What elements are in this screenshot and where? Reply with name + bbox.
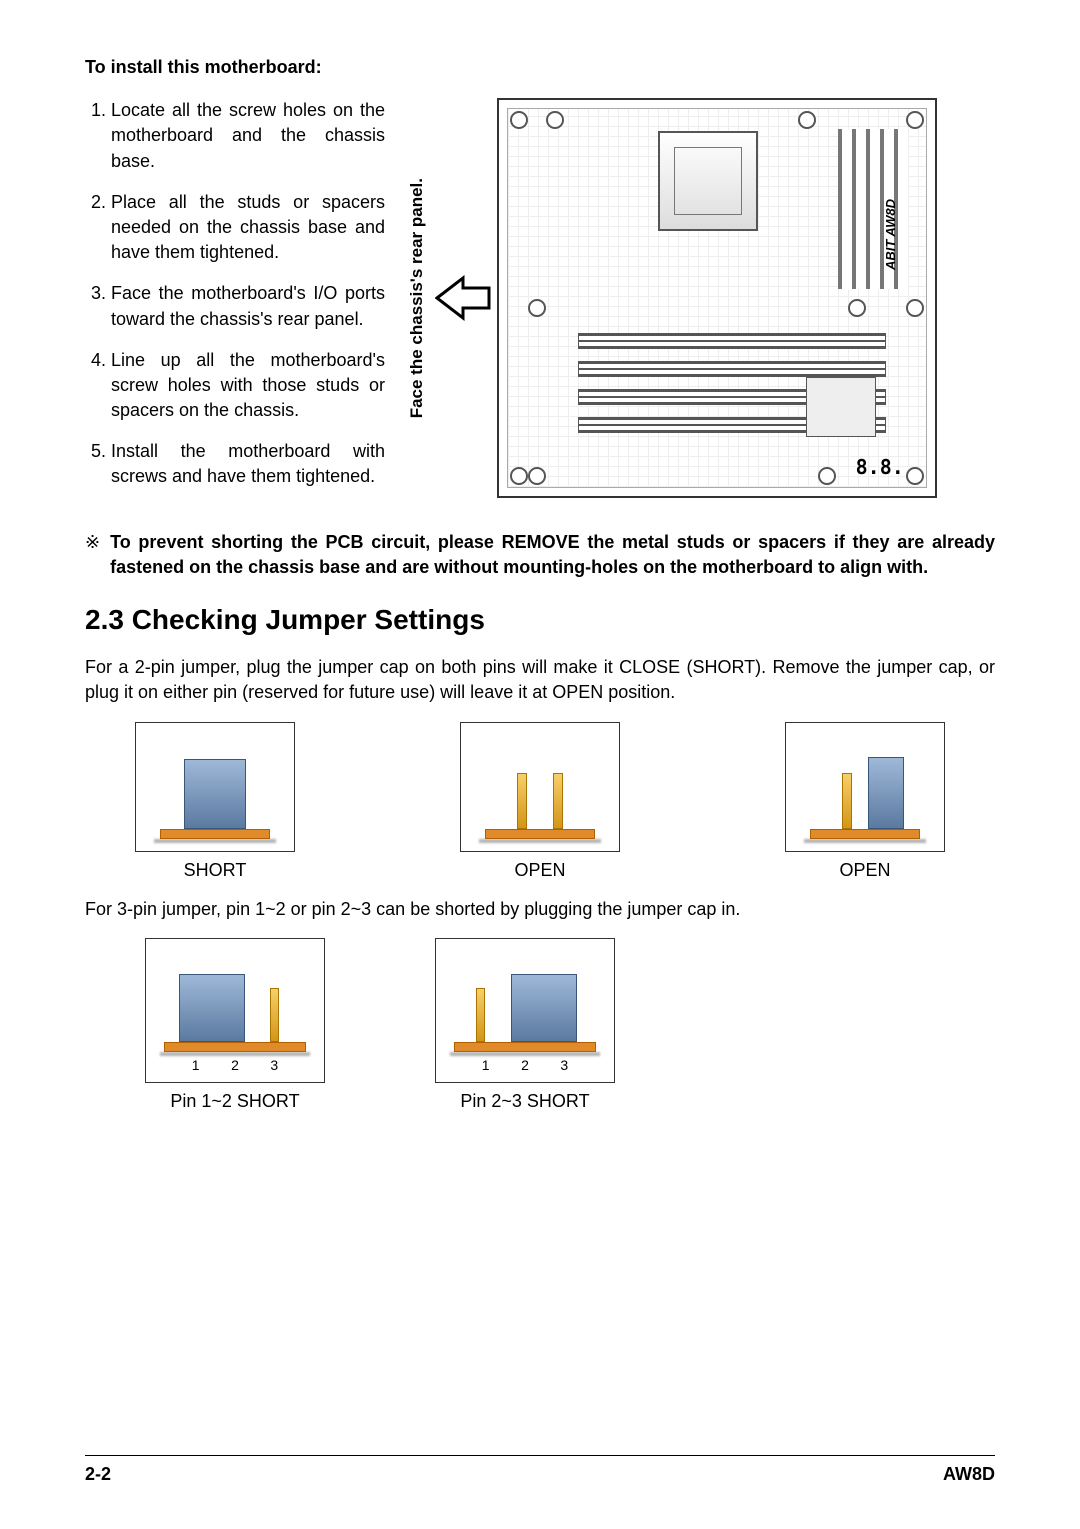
page-number: 2-2 — [85, 1462, 111, 1487]
step-4: Line up all the motherboard's screw hole… — [111, 348, 385, 424]
post-code-display: 8.8. — [856, 453, 904, 481]
step-3: Face the motherboard's I/O ports toward … — [111, 281, 385, 331]
jumper-open-cell-1: OPEN — [460, 722, 620, 883]
screw-hole-icon — [798, 111, 816, 129]
rear-panel-vertical-label: Face the chassis's rear panel. — [405, 178, 429, 418]
step-5: Install the motherboard with screws and … — [111, 439, 385, 489]
note-symbol-icon: ※ — [85, 530, 100, 580]
jumper-cap-icon — [511, 974, 577, 1042]
jumper-pin12-cell: 1 2 3 Pin 1~2 SHORT — [145, 938, 325, 1114]
jumper-pin-icon — [476, 988, 485, 1042]
screw-hole-icon — [818, 467, 836, 485]
screw-hole-icon — [906, 299, 924, 317]
diagram-column: Face the chassis's rear panel. — [405, 98, 995, 498]
jumper-pin23-diagram: 1 2 3 — [435, 938, 615, 1083]
expansion-slot-icon — [578, 333, 886, 349]
motherboard-diagram: 8.8. ABIT AW8D — [497, 98, 937, 498]
jumper-2pin-row: SHORT OPEN OPEN — [85, 722, 995, 883]
jumper-3pin-row: 1 2 3 Pin 1~2 SHORT 1 2 3 Pin 2~3 SHORT — [85, 938, 995, 1114]
top-row: Locate all the screw holes on the mother… — [85, 98, 995, 505]
paragraph-2pin: For a 2-pin jumper, plug the jumper cap … — [85, 655, 995, 705]
step-1: Locate all the screw holes on the mother… — [111, 98, 385, 174]
footer-model: AW8D — [943, 1462, 995, 1487]
jumper-cap-icon — [184, 759, 246, 829]
southbridge-icon — [806, 377, 876, 437]
jumper-open-diagram — [460, 722, 620, 852]
screw-hole-icon — [848, 299, 866, 317]
screw-hole-icon — [528, 467, 546, 485]
pin-number: 1 — [482, 1056, 490, 1076]
page-footer: 2-2 AW8D — [85, 1455, 995, 1487]
screw-hole-icon — [906, 467, 924, 485]
jumper-open-cell-2: OPEN — [785, 722, 945, 883]
screw-hole-icon — [906, 111, 924, 129]
expansion-slot-icon — [578, 361, 886, 377]
pin-number: 1 — [192, 1056, 200, 1076]
section-heading: 2.3 Checking Jumper Settings — [85, 600, 995, 639]
pin-number: 3 — [560, 1056, 568, 1076]
jumper-open-label: OPEN — [460, 858, 620, 883]
steps-column: Locate all the screw holes on the mother… — [85, 98, 385, 505]
jumper-pin12-label: Pin 1~2 SHORT — [145, 1089, 325, 1114]
jumper-pin23-label: Pin 2~3 SHORT — [435, 1089, 615, 1114]
pin-number: 2 — [521, 1056, 529, 1076]
jumper-cap-icon — [868, 757, 904, 829]
paragraph-3pin: For 3-pin jumper, pin 1~2 or pin 2~3 can… — [85, 897, 995, 922]
jumper-pin-icon — [553, 773, 563, 829]
jumper-short-label: SHORT — [135, 858, 295, 883]
jumper-pin-icon — [270, 988, 279, 1042]
step-2: Place all the studs or spacers needed on… — [111, 190, 385, 266]
jumper-pin-icon — [517, 773, 527, 829]
note-text: To prevent shorting the PCB circuit, ple… — [110, 530, 995, 580]
pin-number: 3 — [270, 1056, 278, 1076]
screw-hole-icon — [546, 111, 564, 129]
warning-note: ※ To prevent shorting the PCB circuit, p… — [85, 530, 995, 580]
jumper-pin-icon — [842, 773, 852, 829]
screw-hole-icon — [528, 299, 546, 317]
arrow-left-icon — [435, 270, 491, 326]
cpu-socket-icon — [658, 131, 758, 231]
install-steps-list: Locate all the screw holes on the mother… — [85, 98, 385, 489]
jumper-cap-icon — [179, 974, 245, 1042]
jumper-pin12-diagram: 1 2 3 — [145, 938, 325, 1083]
screw-hole-icon — [510, 111, 528, 129]
pin-number: 2 — [231, 1056, 239, 1076]
screw-hole-icon — [510, 467, 528, 485]
install-heading: To install this motherboard: — [85, 55, 995, 80]
jumper-short-diagram — [135, 722, 295, 852]
motherboard-brand-label: ABIT AW8D — [882, 199, 900, 270]
jumper-pin23-cell: 1 2 3 Pin 2~3 SHORT — [435, 938, 615, 1114]
jumper-open-reserved-diagram — [785, 722, 945, 852]
jumper-open-label: OPEN — [785, 858, 945, 883]
jumper-short-cell: SHORT — [135, 722, 295, 883]
